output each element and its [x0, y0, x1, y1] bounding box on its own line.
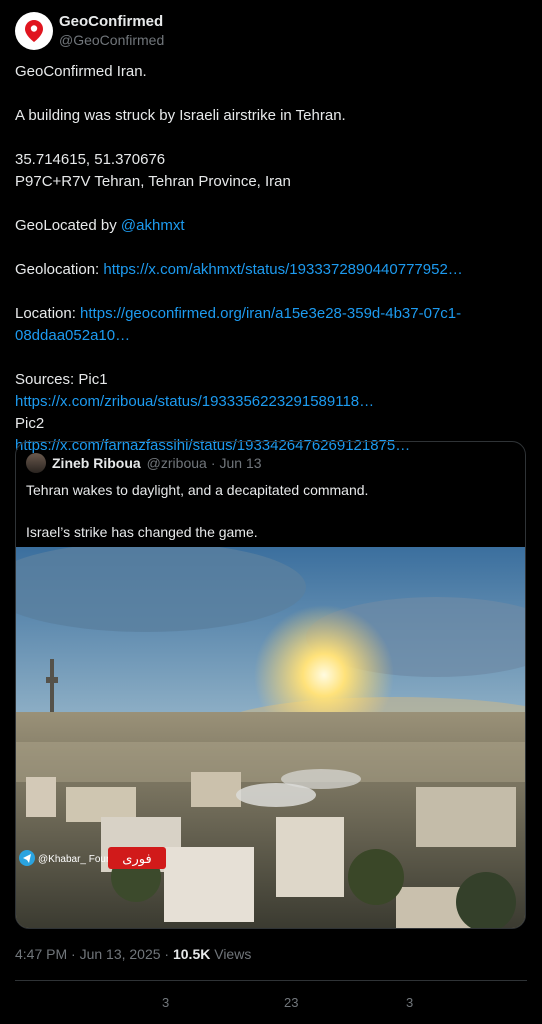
divider — [15, 980, 527, 981]
repost-count[interactable]: 23 — [284, 995, 298, 1010]
tweet-line: GeoConfirmed Iran. — [15, 63, 147, 80]
geolocation-label: Geolocation: — [15, 261, 104, 278]
tweet-meta: 4:47 PM · Jun 13, 2025 · 10.5K Views — [15, 946, 251, 962]
pic2-label: Pic2 — [15, 415, 45, 432]
map-pin-icon — [25, 20, 43, 42]
views-count: 10.5K — [172, 946, 211, 962]
coordinates-text: 35.714615, 51.370676 — [15, 151, 166, 168]
views-label: Views — [210, 946, 252, 962]
quote-text-line: Tehran wakes to daylight, and a decapita… — [26, 482, 369, 498]
geolocation-link[interactable]: https://x.com/akhmxt/status/193337289044… — [103, 261, 462, 278]
location-label: Location: — [15, 305, 81, 322]
quoted-tweet[interactable]: Zineb Riboua @zriboua · Jun 13 Tehran wa… — [15, 441, 526, 929]
quote-date[interactable]: Jun 13 — [219, 455, 261, 471]
reply-count[interactable]: 3 — [162, 995, 169, 1010]
like-count[interactable]: 3 — [406, 995, 413, 1010]
location-line: Location: https://geoconfirmed.org/iran/… — [15, 303, 527, 325]
author-handle[interactable]: @GeoConfirmed — [59, 31, 164, 49]
mention-link[interactable]: @akhmxt — [121, 217, 185, 234]
quote-display-name[interactable]: Zineb Riboua — [52, 455, 141, 471]
tweet-body: GeoConfirmed Iran. A building was struck… — [15, 61, 527, 457]
quote-text: Tehran wakes to daylight, and a decapita… — [26, 480, 516, 543]
quote-text-line: Israel’s strike has changed the game. — [26, 524, 258, 540]
plus-code-text: P97C+R7V Tehran, Tehran Province, Iran — [15, 173, 291, 190]
watermark-text: @Khabar_ Fouri — [38, 854, 112, 865]
tweet-line: A building was struck by Israeli airstri… — [15, 107, 346, 124]
location-link-continued[interactable]: 08ddaa052a10… — [15, 327, 130, 344]
geolocation-line: Geolocation: https://x.com/akhmxt/status… — [15, 259, 527, 281]
quote-header: Zineb Riboua @zriboua · Jun 13 — [26, 453, 266, 473]
author-avatar[interactable] — [15, 12, 53, 50]
quote-handle[interactable]: @zriboua — [147, 455, 207, 471]
author-display-name[interactable]: GeoConfirmed — [59, 13, 164, 31]
watermark-logo: فوری — [122, 852, 151, 867]
quote-avatar[interactable] — [26, 453, 46, 473]
tweet-header: GeoConfirmed @GeoConfirmed — [15, 12, 164, 50]
tehran-skyline-photo[interactable]: @Khabar_ Fouri فوری — [16, 547, 526, 929]
geolocated-by-line: GeoLocated by @akhmxt — [15, 215, 527, 237]
sources-label: Sources: Pic1 — [15, 371, 108, 388]
location-link[interactable]: https://geoconfirmed.org/iran/a15e3e28-3… — [80, 305, 461, 322]
timestamp[interactable]: 4:47 PM · Jun 13, 2025 · — [15, 946, 173, 962]
quote-separator: · — [210, 455, 216, 471]
pic1-link[interactable]: https://x.com/zriboua/status/19333562232… — [15, 393, 374, 410]
geolocated-label: GeoLocated by — [15, 217, 121, 234]
